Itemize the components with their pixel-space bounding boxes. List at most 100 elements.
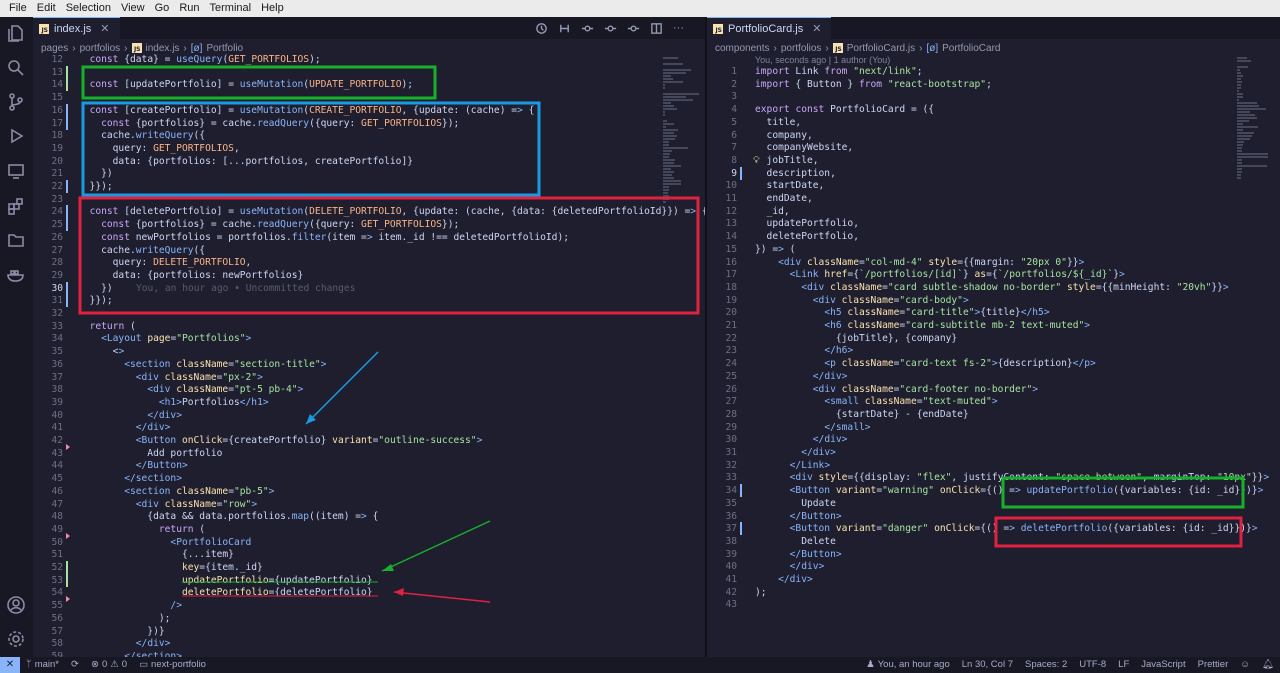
gutter-change-marker[interactable]: [66, 573, 68, 587]
code-line[interactable]: 44 </Button>: [33, 459, 705, 472]
code-line[interactable]: 20 data: {portfolios: [...portfolios, cr…: [33, 155, 705, 168]
breadcrumb-item[interactable]: portfolios: [781, 43, 822, 54]
explorer-icon[interactable]: [6, 23, 26, 43]
code-line[interactable]: 27 <small className="text-muted">: [707, 395, 1280, 408]
breadcrumb-item[interactable]: PortfolioCard.js: [847, 43, 915, 54]
code-line[interactable]: 24 const [deletePortfolio] = useMutation…: [33, 205, 705, 219]
gutter-change-marker[interactable]: [66, 561, 68, 574]
code-line[interactable]: 36 </Button>: [707, 510, 1280, 523]
code-line[interactable]: 39 <h1>Portfolios</h1>: [33, 396, 705, 409]
code-line[interactable]: 42);: [707, 586, 1280, 599]
folder-indicator[interactable]: ▭ next-portfolio: [133, 657, 212, 673]
code-line[interactable]: 4 export const PortfolioCard = ({: [707, 103, 1280, 116]
previous-change-icon[interactable]: [604, 22, 617, 35]
code-line[interactable]: 5 title,: [707, 116, 1280, 129]
code-line[interactable]: 7 companyWebsite,: [707, 141, 1280, 154]
code-line[interactable]: 59 </section>: [33, 650, 705, 657]
code-line[interactable]: 43: [707, 598, 1280, 611]
code-line[interactable]: 14 deletePortfolio,: [707, 230, 1280, 243]
code-line[interactable]: 21 }): [33, 167, 705, 180]
next-change-icon[interactable]: [627, 22, 640, 35]
code-line[interactable]: 46 <section className="pb-5">: [33, 485, 705, 498]
code-line[interactable]: 6 company,: [707, 129, 1280, 142]
minimap[interactable]: [661, 57, 701, 657]
git-commit-icon[interactable]: [581, 22, 594, 35]
code-line[interactable]: 1 import Link from "next/link";: [707, 65, 1280, 78]
code-line[interactable]: 55 />: [33, 599, 705, 612]
code-line[interactable]: 22 }});: [33, 180, 705, 193]
code-line[interactable]: 31 </div>: [707, 446, 1280, 459]
code-line[interactable]: 51 {...item}: [33, 548, 705, 561]
close-icon[interactable]: ✕: [100, 22, 109, 35]
tab-index-js[interactable]: JS index.js ✕: [33, 17, 120, 39]
gutter-change-marker[interactable]: [66, 65, 68, 79]
gutter-change-marker[interactable]: [66, 78, 68, 92]
code-line[interactable]: 32 </Link>: [707, 459, 1280, 472]
code-line[interactable]: 30 }) You, an hour ago • Uncommitted chan…: [33, 281, 705, 295]
git-blame-indicator[interactable]: ♟ You, an hour ago: [860, 657, 956, 673]
code-line[interactable]: 25 </div>: [707, 370, 1280, 383]
code-line[interactable]: 20 <h5 className="card-title">{title}</h…: [707, 306, 1280, 319]
codelens-blame[interactable]: You, seconds ago | 1 author (You): [755, 55, 890, 65]
timeline-icon[interactable]: [535, 22, 548, 35]
gutter-change-marker[interactable]: [66, 116, 68, 130]
code-line[interactable]: 27 cache.writeQuery({: [33, 244, 705, 257]
branch-indicator[interactable]: ᛘ main*: [20, 657, 65, 673]
indentation[interactable]: Spaces: 2: [1019, 657, 1073, 673]
cursor-position[interactable]: Ln 30, Col 7: [956, 657, 1019, 673]
code-line[interactable]: 36 <section className="section-title">: [33, 358, 705, 371]
code-line[interactable]: 9 description,: [707, 166, 1280, 180]
problems-indicator[interactable]: ⊗ 0 ⚠ 0: [85, 657, 133, 673]
code-line[interactable]: 13 updatePortfolio,: [707, 217, 1280, 230]
formatter[interactable]: Prettier: [1192, 657, 1235, 673]
code-line[interactable]: 18 <div className="card subtle-shadow no…: [707, 281, 1280, 294]
code-line[interactable]: 31 }});: [33, 294, 705, 308]
code-line[interactable]: 8 jobTitle, 💡︎: [707, 154, 1280, 167]
folder-icon[interactable]: [6, 230, 26, 250]
code-line[interactable]: 3: [707, 90, 1280, 103]
code-line[interactable]: 10 startDate,: [707, 179, 1280, 192]
split-editor-icon[interactable]: [650, 22, 663, 35]
code-line[interactable]: 15: [33, 91, 705, 104]
code-line[interactable]: 17 <Link href={`/portfolios/[id]`} as={`…: [707, 268, 1280, 281]
code-line[interactable]: 21 <h6 className="card-subtitle mb-2 tex…: [707, 319, 1280, 332]
code-line[interactable]: 38 <div className="pt-5 pb-4">: [33, 383, 705, 396]
gutter-change-marker[interactable]: [66, 218, 68, 232]
code-line[interactable]: 28 {startDate} - {endDate}: [707, 408, 1280, 421]
code-line[interactable]: 33 return (: [33, 320, 705, 333]
gutter-change-marker[interactable]: [66, 103, 68, 117]
code-line[interactable]: 34 <Layout page="Portfolios">: [33, 332, 705, 345]
encoding[interactable]: UTF-8: [1073, 657, 1112, 673]
end-of-line[interactable]: LF: [1112, 657, 1135, 673]
code-line[interactable]: 45 </section>: [33, 472, 705, 485]
gutter-change-marker[interactable]: [66, 205, 68, 219]
gutter-change-marker[interactable]: [66, 180, 68, 193]
compare-changes-icon[interactable]: [558, 22, 571, 35]
code-line[interactable]: 34 <Button variant="warning" onClick={()…: [707, 484, 1280, 498]
breadcrumb-item[interactable]: portfolios: [80, 43, 121, 54]
code-line[interactable]: 39 </Button>: [707, 548, 1280, 561]
breadcrumb-item[interactable]: index.js: [146, 43, 180, 54]
code-line[interactable]: 41 </div>: [33, 421, 705, 434]
extensions-icon[interactable]: [6, 196, 26, 216]
code-line[interactable]: 40 </div>: [707, 560, 1280, 573]
code-line[interactable]: 37 <div className="px-2">: [33, 371, 705, 384]
code-line[interactable]: 35 Update: [707, 497, 1280, 510]
remote-explorer-icon[interactable]: [6, 161, 26, 181]
code-line[interactable]: 26 const newPortfolios = portfolios.filt…: [33, 231, 705, 244]
code-line[interactable]: 12 _id,: [707, 205, 1280, 218]
code-line[interactable]: 42 <Button onClick={createPortfolio} var…: [33, 434, 705, 450]
code-line[interactable]: 48 {data && data.portfolios.map((item) =…: [33, 510, 705, 523]
source-control-icon[interactable]: [6, 92, 26, 112]
code-line[interactable]: 56 );: [33, 612, 705, 625]
remote-indicator-icon[interactable]: ✕: [0, 657, 20, 673]
search-icon[interactable]: [6, 58, 26, 78]
code-line[interactable]: 14 const [updatePortfolio] = useMutation…: [33, 78, 705, 92]
breadcrumb-item[interactable]: PortfolioCard: [942, 43, 1000, 54]
code-line[interactable]: 41 </div>: [707, 573, 1280, 586]
code-line[interactable]: 19 <div className="card-body">: [707, 294, 1280, 307]
gutter-change-marker[interactable]: [740, 484, 742, 498]
breadcrumb-item[interactable]: Portfolio: [206, 43, 243, 54]
code-line[interactable]: 25 const {portfolios} = cache.readQuery(…: [33, 218, 705, 232]
close-icon[interactable]: ✕: [812, 22, 821, 35]
